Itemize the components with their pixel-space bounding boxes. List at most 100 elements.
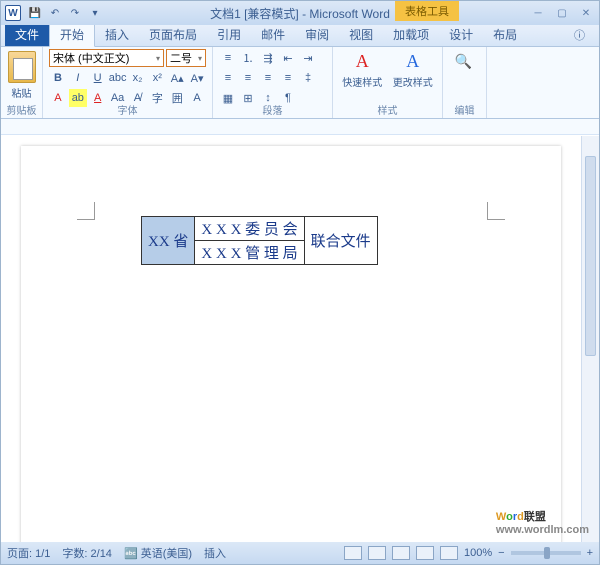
styles-group-label: 样式	[333, 102, 442, 117]
shrink-font-button[interactable]: A▾	[188, 69, 206, 87]
window-controls: ─ ▢ ✕	[529, 6, 595, 20]
tab-mailings[interactable]: 邮件	[251, 23, 295, 46]
app-icon[interactable]: W	[5, 5, 21, 21]
vertical-scrollbar[interactable]	[581, 136, 599, 542]
horizontal-ruler[interactable]	[1, 119, 599, 135]
status-bar: 页面: 1/1 字数: 2/14 🔤 英语(美国) 插入 100% − +	[1, 542, 599, 564]
change-styles-button[interactable]: A 更改样式	[390, 51, 437, 89]
table-cell-right[interactable]: 联合文件	[304, 217, 377, 265]
chevron-down-icon: ▾	[198, 54, 202, 63]
minimize-button[interactable]: ─	[529, 6, 547, 20]
tab-file[interactable]: 文件	[5, 23, 49, 46]
italic-button[interactable]: I	[69, 69, 87, 87]
tab-addins[interactable]: 加载项	[383, 23, 439, 46]
quick-access-toolbar: 💾 ↶ ↷ ▾	[27, 5, 103, 21]
align-center-button[interactable]: ≡	[239, 69, 257, 87]
print-layout-view-button[interactable]	[344, 546, 362, 560]
zoom-slider[interactable]	[511, 551, 581, 555]
status-language[interactable]: 🔤 英语(美国)	[124, 545, 192, 561]
line-spacing-button[interactable]: ‡	[299, 69, 317, 87]
save-icon[interactable]: 💾	[27, 5, 43, 21]
qat-dropdown-icon[interactable]: ▾	[87, 5, 103, 21]
tab-home[interactable]: 开始	[49, 22, 95, 47]
font-size-combo[interactable]: 二号 ▾	[166, 49, 206, 67]
tab-table-layout[interactable]: 布局	[483, 23, 527, 46]
paragraph-group-label: 段落	[213, 102, 332, 117]
group-font: 宋体 (中文正文)▾ 二号▾ B I U abc x₂ x² A▴ A▾ A a…	[43, 47, 213, 118]
page: XX 省 X X X 委 员 会 联合文件 X X X 管 理 局	[21, 146, 561, 542]
tab-design[interactable]: 设计	[439, 23, 483, 46]
draft-view-button[interactable]	[440, 546, 458, 560]
group-styles: A 快速样式 A 更改样式 样式	[333, 47, 443, 118]
group-clipboard: 粘贴 剪贴板	[1, 47, 43, 118]
clipboard-group-label: 剪贴板	[1, 102, 42, 117]
multilevel-button[interactable]: ⇶	[259, 49, 277, 67]
close-button[interactable]: ✕	[577, 6, 595, 20]
document-table[interactable]: XX 省 X X X 委 员 会 联合文件 X X X 管 理 局	[141, 216, 378, 265]
zoom-out-button[interactable]: −	[498, 547, 504, 559]
help-icon[interactable]: ⓘ	[568, 24, 591, 46]
subscript-button[interactable]: x₂	[129, 69, 147, 87]
underline-button[interactable]: U	[89, 69, 107, 87]
watermark-brand: Word联盟	[496, 508, 589, 524]
increase-indent-button[interactable]: ⇥	[299, 49, 317, 67]
ribbon-tabs: 文件 开始 插入 页面布局 引用 邮件 审阅 视图 加载项 设计 布局 ⓘ	[1, 25, 599, 47]
word-window: W 💾 ↶ ↷ ▾ 文档1 [兼容模式] - Microsoft Word 表格…	[0, 0, 600, 565]
zoom-handle[interactable]	[544, 547, 550, 559]
editing-group-label: 编辑	[443, 102, 486, 117]
quick-styles-label: 快速样式	[342, 74, 382, 89]
table-tools-contextual-tab: 表格工具	[395, 1, 459, 21]
titlebar: W 💾 ↶ ↷ ▾ 文档1 [兼容模式] - Microsoft Word 表格…	[1, 1, 599, 25]
outline-view-button[interactable]	[416, 546, 434, 560]
find-icon[interactable]	[455, 53, 475, 73]
status-language-value: 英语(美国)	[141, 548, 192, 560]
web-view-button[interactable]	[392, 546, 410, 560]
font-size-value: 二号	[170, 50, 192, 66]
group-paragraph: ≡ ⒈ ⇶ ⇤ ⇥ ≡ ≡ ≡ ≡ ‡ ▦ ⊞ ↕ ¶ 段落	[213, 47, 333, 118]
justify-button[interactable]: ≡	[279, 69, 297, 87]
numbering-button[interactable]: ⒈	[239, 49, 257, 67]
table-cell-top-right[interactable]: X X X 委 员 会	[195, 217, 304, 241]
grow-font-button[interactable]: A▴	[168, 69, 186, 87]
status-words[interactable]: 字数: 2/14	[62, 545, 112, 561]
quick-styles-button[interactable]: A 快速样式	[339, 51, 386, 89]
watermark: Word联盟 www.wordlm.com	[496, 508, 589, 536]
status-page[interactable]: 页面: 1/1	[7, 545, 50, 561]
window-title: 文档1 [兼容模式] - Microsoft Word	[210, 5, 390, 22]
fullscreen-view-button[interactable]	[368, 546, 386, 560]
change-styles-icon: A	[406, 51, 419, 72]
align-right-button[interactable]: ≡	[259, 69, 277, 87]
font-name-value: 宋体 (中文正文)	[53, 50, 129, 66]
decrease-indent-button[interactable]: ⇤	[279, 49, 297, 67]
ribbon: 粘贴 剪贴板 宋体 (中文正文) ▾ 二号 ▾ B I U abc x₂ x² A▴…	[1, 47, 599, 119]
group-editing: 编辑	[443, 47, 487, 118]
align-left-button[interactable]: ≡	[219, 69, 237, 87]
strikethrough-button[interactable]: abc	[109, 69, 127, 87]
document-area[interactable]: XX 省 X X X 委 员 会 联合文件 X X X 管 理 局	[1, 136, 581, 542]
tab-insert[interactable]: 插入	[95, 23, 139, 46]
scrollbar-thumb[interactable]	[585, 156, 596, 356]
zoom-in-button[interactable]: +	[587, 547, 593, 559]
margin-corner-tl	[77, 202, 95, 220]
status-insert-mode[interactable]: 插入	[204, 545, 226, 561]
paste-icon[interactable]	[8, 51, 36, 83]
tab-page-layout[interactable]: 页面布局	[139, 23, 207, 46]
table-cell-left[interactable]: XX 省	[142, 217, 195, 265]
zoom-level[interactable]: 100%	[464, 547, 492, 559]
redo-icon[interactable]: ↷	[67, 5, 83, 21]
font-group-label: 字体	[43, 102, 212, 117]
tab-review[interactable]: 审阅	[295, 23, 339, 46]
tab-references[interactable]: 引用	[207, 23, 251, 46]
undo-icon[interactable]: ↶	[47, 5, 63, 21]
font-name-combo[interactable]: 宋体 (中文正文) ▾	[49, 49, 164, 67]
tab-view[interactable]: 视图	[339, 23, 383, 46]
quick-styles-icon: A	[356, 51, 369, 72]
bullets-button[interactable]: ≡	[219, 49, 237, 67]
maximize-button[interactable]: ▢	[553, 6, 571, 20]
margin-corner-tr	[487, 202, 505, 220]
table-cell-bottom-right[interactable]: X X X 管 理 局	[195, 241, 304, 265]
chevron-down-icon: ▾	[156, 54, 160, 63]
bold-button[interactable]: B	[49, 69, 67, 87]
superscript-button[interactable]: x²	[148, 69, 166, 87]
paste-label: 粘贴	[7, 85, 36, 100]
